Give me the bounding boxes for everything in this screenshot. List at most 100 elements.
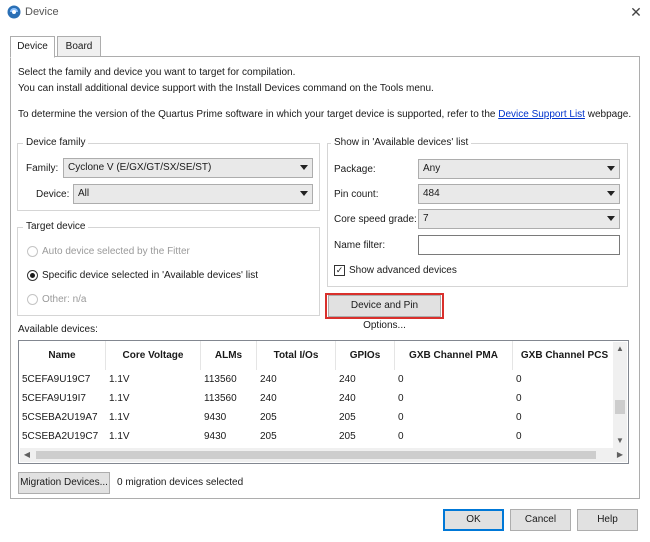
chevron-down-icon <box>300 165 308 170</box>
cell-alms: 113560 <box>204 393 237 404</box>
chevron-down-icon[interactable]: ▼ <box>613 434 627 448</box>
cell-core-voltage: 1.1V <box>109 374 130 385</box>
table-row[interactable]: 5CEFA9U19C7 1.1V 113560 240 240 0 0 <box>19 370 616 389</box>
cell-name: 5CSEBA2U19C7 <box>22 431 99 442</box>
cell-name: 5CEFA9U19C7 <box>22 374 91 385</box>
cell-gxb-pcs: 0 <box>516 431 522 442</box>
cell-gpios: 240 <box>339 393 356 404</box>
column-header-alms[interactable]: ALMs <box>201 341 257 370</box>
intro-line-2: You can install additional device suppor… <box>18 83 434 94</box>
cell-gpios: 240 <box>339 374 356 385</box>
column-header-gpios[interactable]: GPIOs <box>336 341 395 370</box>
other-device-label: Other: n/a <box>42 294 87 305</box>
cell-alms: 9430 <box>204 412 227 423</box>
cell-gxb-pma: 0 <box>398 374 404 385</box>
column-header-gxb-pcs[interactable]: GXB Channel PCS <box>513 341 616 370</box>
show-advanced-checkbox[interactable]: ✓ <box>334 265 345 276</box>
specific-device-radio[interactable] <box>27 270 38 281</box>
auto-device-label: Auto device selected by the Fitter <box>42 246 190 257</box>
cell-gxb-pcs: 0 <box>516 412 522 423</box>
title-bar: Device ✕ <box>0 0 650 26</box>
device-pin-options-button[interactable]: Device and Pin Options... <box>328 295 441 331</box>
close-icon[interactable]: ✕ <box>627 3 645 21</box>
cell-gxb-pma: 0 <box>398 431 404 442</box>
ok-button[interactable]: OK <box>443 509 504 531</box>
cell-gxb-pcs: 0 <box>516 374 522 385</box>
cell-gpios: 205 <box>339 412 356 423</box>
table-row[interactable]: 5CSEBA2U19A7 1.1V 9430 205 205 0 0 <box>19 408 616 427</box>
cell-alms: 9430 <box>204 431 227 442</box>
horizontal-scroll-thumb[interactable] <box>36 451 596 459</box>
available-devices-table[interactable]: Name Core Voltage ALMs Total I/Os GPIOs … <box>18 340 629 464</box>
cancel-button[interactable]: Cancel <box>510 509 571 531</box>
speed-grade-value: 7 <box>423 213 429 224</box>
chevron-down-icon <box>300 191 308 196</box>
checkmark-icon: ✓ <box>335 265 344 275</box>
device-value: All <box>78 188 90 199</box>
cell-core-voltage: 1.1V <box>109 412 130 423</box>
pin-count-label: Pin count: <box>334 189 379 200</box>
cell-total-ios: 240 <box>260 374 277 385</box>
cell-total-ios: 240 <box>260 393 277 404</box>
cell-name: 5CSEBA2U19A7 <box>22 412 98 423</box>
table-row[interactable]: 5CSEBA2U19C7 1.1V 9430 205 205 0 0 <box>19 427 616 446</box>
cell-alms: 113560 <box>204 374 237 385</box>
cell-core-voltage: 1.1V <box>109 393 130 404</box>
specific-device-label: Specific device selected in 'Available d… <box>42 270 258 281</box>
device-label: Device: <box>36 189 70 200</box>
chevron-down-icon <box>607 191 615 196</box>
horizontal-scrollbar[interactable]: ◀ ▶ <box>20 448 627 462</box>
vertical-scrollbar[interactable]: ▲ ▼ <box>613 342 627 448</box>
cell-gxb-pcs: 0 <box>516 393 522 404</box>
package-combo[interactable]: Any <box>418 159 620 179</box>
column-header-total-ios[interactable]: Total I/Os <box>257 341 336 370</box>
table-row[interactable]: 5CEFA9U19I7 1.1V 113560 240 240 0 0 <box>19 389 616 408</box>
pin-count-combo[interactable]: 484 <box>418 184 620 204</box>
tab-device[interactable]: Device <box>10 36 55 58</box>
cell-core-voltage: 1.1V <box>109 431 130 442</box>
chevron-left-icon[interactable]: ◀ <box>20 448 34 462</box>
vertical-scroll-thumb[interactable] <box>615 400 625 414</box>
chevron-down-icon <box>607 166 615 171</box>
device-support-list-link[interactable]: Device Support List <box>498 109 585 120</box>
package-value: Any <box>423 163 441 174</box>
chevron-up-icon[interactable]: ▲ <box>613 342 627 356</box>
cell-name: 5CEFA9U19I7 <box>22 393 86 404</box>
family-label: Family: <box>26 163 59 174</box>
intro-line-3: To determine the version of the Quartus … <box>18 109 631 120</box>
migration-devices-button[interactable]: Migration Devices... <box>18 472 110 494</box>
device-family-title: Device family <box>23 137 89 148</box>
cell-gpios: 205 <box>339 431 356 442</box>
column-header-core-voltage[interactable]: Core Voltage <box>106 341 201 370</box>
tab-board[interactable]: Board <box>57 36 101 57</box>
intro-line-3-prefix: To determine the version of the Quartus … <box>18 109 499 120</box>
speed-grade-label: Core speed grade: <box>334 214 417 225</box>
radio-selected-dot <box>30 273 35 278</box>
intro-line-1: Select the family and device you want to… <box>18 67 296 78</box>
intro-line-3-suffix: webpage. <box>584 109 632 120</box>
device-combo[interactable]: All <box>73 184 313 204</box>
column-header-gxb-pma[interactable]: GXB Channel PMA <box>395 341 513 370</box>
quartus-app-icon <box>7 5 21 19</box>
speed-grade-combo[interactable]: 7 <box>418 209 620 229</box>
available-devices-label: Available devices: <box>18 324 98 335</box>
help-button[interactable]: Help <box>577 509 638 531</box>
migration-status: 0 migration devices selected <box>117 477 244 488</box>
cell-gxb-pma: 0 <box>398 393 404 404</box>
package-label: Package: <box>334 164 376 175</box>
show-advanced-label: Show advanced devices <box>349 265 457 276</box>
chevron-right-icon[interactable]: ▶ <box>613 448 627 462</box>
name-filter-label: Name filter: <box>334 240 386 251</box>
name-filter-input[interactable] <box>418 235 620 255</box>
window-title: Device <box>25 6 59 18</box>
other-device-radio[interactable] <box>27 294 38 305</box>
family-combo[interactable]: Cyclone V (E/GX/GT/SX/SE/ST) <box>63 158 313 178</box>
pin-count-value: 484 <box>423 188 440 199</box>
column-header-name[interactable]: Name <box>19 341 106 370</box>
cell-gxb-pma: 0 <box>398 412 404 423</box>
chevron-down-icon <box>607 216 615 221</box>
target-device-title: Target device <box>23 221 89 232</box>
cell-total-ios: 205 <box>260 431 277 442</box>
cell-total-ios: 205 <box>260 412 277 423</box>
auto-device-radio[interactable] <box>27 246 38 257</box>
